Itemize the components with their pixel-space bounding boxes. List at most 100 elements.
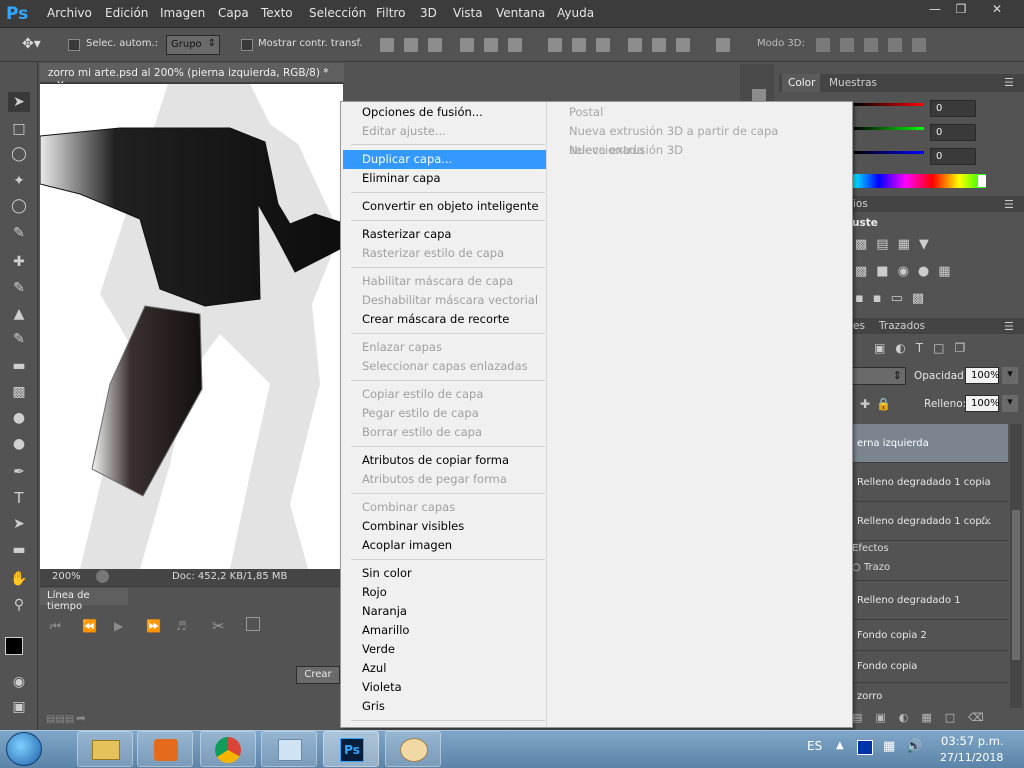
menu-item-rasterize-layer[interactable]: Rasterizar capa [343, 225, 546, 244]
language-indicator[interactable]: ES [807, 739, 822, 753]
menu-texto[interactable]: Texto [261, 6, 293, 20]
eyedropper-tool-icon[interactable]: ✎ [8, 223, 30, 243]
clock-time[interactable]: 03:57 p.m. [941, 734, 1004, 748]
layer-row[interactable]: Relleno degradado 1 cop... fx [850, 502, 1008, 541]
blur-tool-icon[interactable]: ● [8, 408, 30, 428]
scale-3d-icon[interactable] [912, 38, 926, 52]
taskbar-app-button[interactable] [261, 731, 317, 767]
stroke-effect[interactable]: ○ Trazo [852, 562, 890, 573]
tray-app-icon[interactable] [857, 740, 873, 755]
convert-icon[interactable]: ➦ [76, 711, 86, 725]
stamp-tool-icon[interactable]: ▲ [8, 304, 30, 324]
rectangle-tool-icon[interactable]: ▬ [8, 540, 30, 560]
menu-item-convert-smart-object[interactable]: Convertir en objeto inteligente [343, 197, 546, 216]
blend-mode-select[interactable]: ⇕ [852, 367, 906, 385]
dodge-tool-icon[interactable]: ● [8, 434, 30, 454]
menu-item-delete-layer[interactable]: Eliminar capa [343, 169, 546, 188]
opacity-dropdown-icon[interactable]: ▾ [1002, 367, 1018, 384]
close-icon[interactable]: ✕ [982, 0, 1012, 18]
history-panel-icon[interactable] [752, 89, 766, 101]
menu-item-green[interactable]: Verde [343, 640, 546, 659]
create-timeline-button[interactable]: Crear [296, 666, 340, 684]
layers-bottom-icons[interactable]: ▤▣◐▦□⌫ [852, 711, 997, 724]
slide-3d-icon[interactable] [888, 38, 902, 52]
menu-filtro[interactable]: Filtro [376, 6, 405, 20]
tab-swatches[interactable]: Muestras [829, 77, 877, 89]
network-icon[interactable]: ▦ [883, 739, 895, 754]
rotate-3d-icon[interactable] [816, 38, 830, 52]
auto-align-icon[interactable] [716, 38, 730, 52]
type-tool-icon[interactable]: T [8, 488, 30, 508]
hand-tool-icon[interactable]: ✋ [8, 569, 30, 589]
menu-item-red[interactable]: Rojo [343, 583, 546, 602]
play-icon[interactable]: ▶ [114, 619, 123, 633]
white-swatch[interactable] [978, 175, 986, 187]
align-vcenter-icon[interactable] [404, 38, 418, 52]
taskbar-paint-button[interactable] [385, 731, 441, 767]
menu-item-yellow[interactable]: Amarillo [343, 621, 546, 640]
menu-archivo[interactable]: Archivo [47, 6, 92, 20]
pan-3d-icon[interactable] [864, 38, 878, 52]
zoom-tool-icon[interactable]: ⚲ [8, 595, 30, 615]
distribute-vcenter-icon[interactable] [572, 38, 586, 52]
tab-paths[interactable]: Trazados [879, 320, 925, 332]
volume-icon[interactable]: 🔊 [906, 739, 922, 754]
blue-slider[interactable] [854, 151, 924, 154]
crop-tool-icon[interactable]: ◯ [8, 196, 30, 216]
menu-item-no-color[interactable]: Sin color [343, 564, 546, 583]
menu-imagen[interactable]: Imagen [160, 6, 205, 20]
clock-date[interactable]: 27/11/2018 [940, 751, 1003, 764]
layer-row[interactable]: Fondo copia [850, 651, 1008, 683]
fx-icon[interactable]: fx [981, 502, 990, 541]
roll-3d-icon[interactable] [840, 38, 854, 52]
quick-mask-icon[interactable]: ◉ [8, 672, 30, 692]
menu-ayuda[interactable]: Ayuda [557, 6, 594, 20]
distribute-left-icon[interactable] [628, 38, 642, 52]
menu-item-orange[interactable]: Naranja [343, 602, 546, 621]
windows-start-icon[interactable] [6, 732, 42, 766]
zoom-value[interactable]: 200% [52, 571, 81, 582]
menu-item-duplicate-layer[interactable]: Duplicar capa... [343, 150, 546, 169]
taskbar-explorer-button[interactable] [77, 731, 133, 767]
menu-capa[interactable]: Capa [218, 6, 249, 20]
group-select[interactable]: Grupo ⇕ [166, 35, 220, 55]
menu-item-clipping-mask[interactable]: Crear máscara de recorte [343, 310, 546, 329]
color-spectrum[interactable] [852, 174, 986, 188]
adjustment-icons-row1[interactable]: ▩▤▦▼ [855, 237, 938, 252]
lock-icons[interactable]: ✚🔒 [860, 397, 897, 411]
timeline-tab[interactable]: Línea de tiempo [40, 588, 128, 612]
document-tab[interactable]: zorro mi arte.psd al 200% (pierna izquie… [40, 63, 344, 91]
panel-menu-icon[interactable]: ☰ [1004, 76, 1014, 89]
tray-expand-icon[interactable]: ▲ [836, 740, 844, 751]
tab-color[interactable]: Color [782, 74, 820, 92]
menu-seleccion[interactable]: Selección [309, 6, 366, 20]
scissors-icon[interactable]: ✂ [212, 617, 225, 635]
foreground-color-swatch[interactable] [5, 637, 23, 655]
green-slider[interactable] [854, 127, 924, 130]
status-icon[interactable] [96, 570, 109, 583]
tab-adjustments[interactable]: ios [853, 198, 868, 210]
align-bottom-icon[interactable] [428, 38, 442, 52]
distribute-top-icon[interactable] [548, 38, 562, 52]
layer-filter-icons[interactable]: ▣◐T□❐ [874, 341, 975, 355]
fill-dropdown-icon[interactable]: ▾ [1002, 395, 1018, 412]
distribute-hcenter-icon[interactable] [652, 38, 666, 52]
menu-vista[interactable]: Vista [453, 6, 483, 20]
align-left-icon[interactable] [460, 38, 474, 52]
brush-tool-icon[interactable]: ✎ [8, 278, 30, 298]
align-hcenter-icon[interactable] [484, 38, 498, 52]
healing-tool-icon[interactable]: ✚ [8, 252, 30, 272]
screen-mode-icon[interactable]: ▣ [8, 697, 30, 717]
align-right-icon[interactable] [508, 38, 522, 52]
taskbar-photoshop-button[interactable]: Ps [323, 731, 379, 767]
menu-item-violet[interactable]: Violeta [343, 678, 546, 697]
layer-row[interactable]: zorro [850, 686, 1008, 708]
distribute-bottom-icon[interactable] [596, 38, 610, 52]
menu-item-blend-options[interactable]: Opciones de fusión... [343, 103, 546, 122]
align-top-icon[interactable] [380, 38, 394, 52]
scrollbar-thumb[interactable] [1012, 510, 1020, 660]
red-slider[interactable] [854, 103, 924, 106]
quick-select-tool-icon[interactable]: ✦ [8, 171, 30, 191]
prev-frame-icon[interactable]: ⏪ [82, 619, 97, 633]
adjustment-icons-row2[interactable]: ▩■◉●▦ [855, 264, 960, 279]
